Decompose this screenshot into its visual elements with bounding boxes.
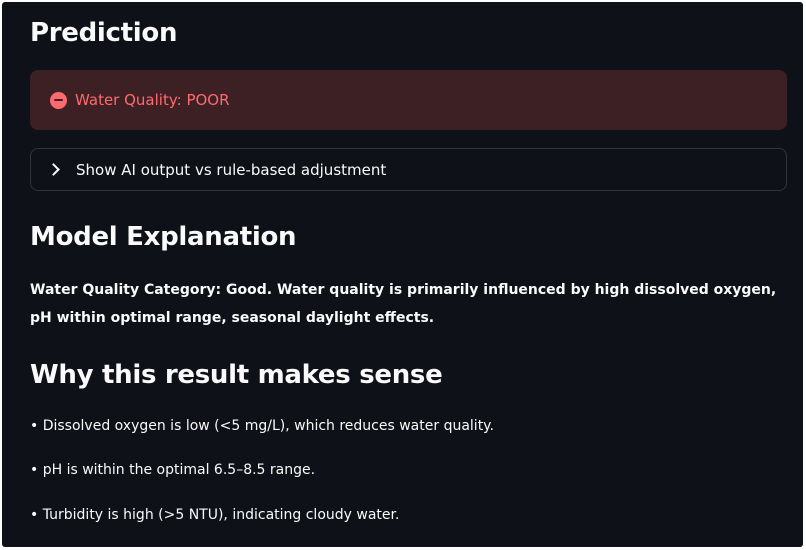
prediction-heading: Prediction	[30, 18, 178, 48]
ai-vs-rule-expander[interactable]: Show AI output vs rule-based adjustment	[30, 148, 787, 191]
why-heading: Why this result makes sense	[30, 360, 443, 390]
reason-item-turbidity: • Turbidity is high (>5 NTU), indicating…	[30, 507, 400, 523]
model-explanation-heading: Model Explanation	[30, 222, 297, 252]
chevron-right-icon	[47, 163, 60, 176]
reason-item-ph: • pH is within the optimal 6.5–8.5 range…	[30, 462, 316, 478]
reason-item-dissolved-oxygen: • Dissolved oxygen is low (<5 mg/L), whi…	[30, 418, 494, 434]
expander-label: Show AI output vs rule-based adjustment	[76, 160, 387, 179]
prediction-error-alert: Water Quality: POOR	[30, 70, 787, 130]
app-main-panel: Prediction Water Quality: POOR Show AI o…	[2, 2, 803, 547]
prediction-alert-text: Water Quality: POOR	[75, 91, 230, 109]
model-explanation-text: Water Quality Category: Good. Water qual…	[30, 282, 777, 326]
no-entry-icon	[50, 91, 67, 109]
